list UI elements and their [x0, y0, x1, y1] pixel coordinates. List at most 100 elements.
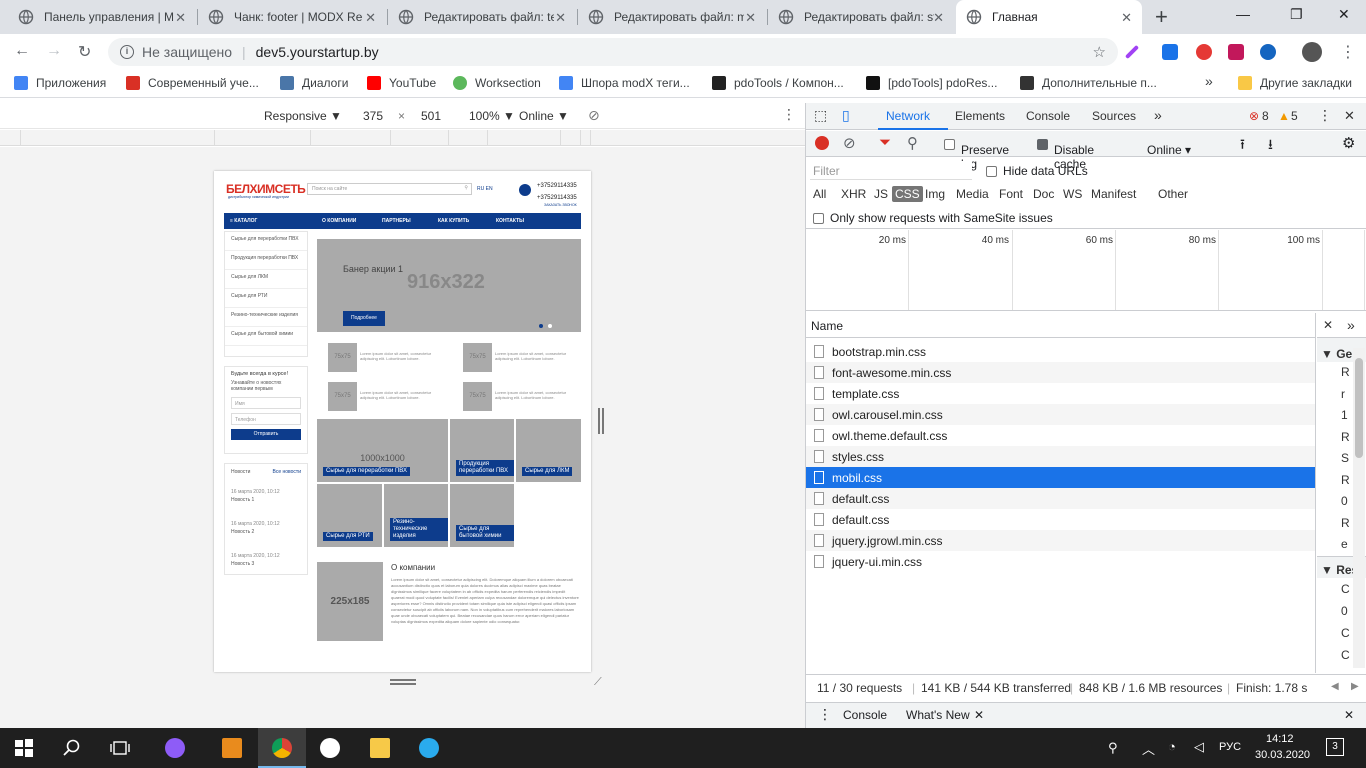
- width-resize-handle[interactable]: [598, 408, 600, 434]
- equalizer-extension-icon[interactable]: [1228, 44, 1244, 60]
- catalog-item[interactable]: Сырье для РТИ: [225, 289, 307, 308]
- network-overview-timeline[interactable]: 20 ms 40 ms 60 ms 80 ms 100 ms: [806, 230, 1366, 311]
- detail-more-tabs[interactable]: »: [1347, 317, 1355, 333]
- browser-tab-active[interactable]: Главная ✕: [956, 0, 1142, 34]
- type-filter-doc[interactable]: Doc: [1033, 187, 1054, 201]
- request-row[interactable]: styles.css: [806, 446, 1315, 467]
- network-icon[interactable]: ◔: [1168, 739, 1176, 754]
- close-window-button[interactable]: ✕: [1338, 6, 1350, 23]
- menu-catalog[interactable]: ≡ КАТАЛОГ: [230, 218, 257, 224]
- close-drawer-tab-icon[interactable]: ✕: [974, 708, 984, 722]
- request-row[interactable]: font-awesome.min.css: [806, 362, 1315, 383]
- bookmark-item[interactable]: Современный уче...: [126, 76, 259, 90]
- menu-partners[interactable]: ПАРТНЕРЫ: [382, 218, 411, 224]
- catalog-item[interactable]: Продукция переработки ПВХ: [225, 251, 307, 270]
- request-row[interactable]: default.css: [806, 488, 1315, 509]
- request-row[interactable]: bootstrap.min.css: [806, 341, 1315, 362]
- request-row-selected[interactable]: mobil.css: [806, 467, 1315, 488]
- callback-link[interactable]: ЗАКАЗАТЬ ЗВОНОК: [544, 203, 577, 207]
- type-filter-img[interactable]: Img: [925, 187, 945, 201]
- bookmarks-overflow-button[interactable]: »: [1205, 73, 1213, 89]
- submit-button[interactable]: Отправить: [231, 429, 301, 440]
- request-row[interactable]: owl.theme.default.css: [806, 425, 1315, 446]
- bookmark-item[interactable]: Приложения: [14, 76, 106, 90]
- other-bookmarks[interactable]: Другие закладки: [1238, 76, 1352, 90]
- scrollbar-thumb[interactable]: [1355, 358, 1363, 458]
- app-icon[interactable]: [320, 738, 340, 758]
- request-row[interactable]: jquery.jgrowl.min.css: [806, 530, 1315, 551]
- tab-network[interactable]: Network: [886, 109, 930, 123]
- close-tab-icon[interactable]: ✕: [365, 10, 376, 26]
- warning-count[interactable]: 5: [1291, 109, 1298, 123]
- export-har-icon[interactable]: ⭳: [1268, 134, 1273, 158]
- info-icon[interactable]: i: [120, 45, 134, 59]
- bookmark-item[interactable]: YouTube: [367, 76, 436, 90]
- tab-sources[interactable]: Sources: [1092, 109, 1136, 123]
- type-filter-css[interactable]: CSS: [892, 186, 923, 202]
- type-filter-all[interactable]: All: [813, 187, 826, 201]
- site-logo[interactable]: БЕЛХИМСЕТЬ: [226, 182, 306, 196]
- profile-avatar[interactable]: [1302, 42, 1322, 62]
- request-row[interactable]: template.css: [806, 383, 1315, 404]
- catalog-item[interactable]: Сырье для бытовой химии: [225, 327, 307, 346]
- site-banner[interactable]: 916x322 Банер акции 1 Подробнее: [317, 239, 581, 332]
- error-icon[interactable]: ⊗: [1249, 109, 1259, 123]
- news-item-title[interactable]: Новость 3: [231, 561, 301, 567]
- inspect-element-icon[interactable]: ⬚: [814, 107, 827, 124]
- type-filter-js[interactable]: JS: [874, 187, 888, 201]
- tab-elements[interactable]: Elements: [955, 109, 1005, 123]
- filter-icon[interactable]: ⏷: [879, 134, 891, 151]
- browser-tab-5[interactable]: Редактировать файл: st ✕: [768, 0, 954, 34]
- windows-start-icon[interactable]: [14, 738, 34, 758]
- width-resize-handle[interactable]: [602, 408, 604, 434]
- close-devtools-icon[interactable]: ✕: [1344, 108, 1355, 124]
- url-text[interactable]: dev5.yourstartup.by: [256, 44, 379, 60]
- clear-icon[interactable]: ⊘: [843, 134, 856, 152]
- disable-cache-checkbox[interactable]: Disable cache: [1037, 137, 1094, 171]
- height-resize-handle[interactable]: [390, 683, 416, 685]
- clock-date[interactable]: 30.03.2020: [1255, 749, 1310, 761]
- close-tab-icon[interactable]: ✕: [555, 10, 566, 26]
- category-tile[interactable]: Сырье для бытовой химии: [450, 484, 514, 547]
- zoom-select[interactable]: 100% ▼: [469, 109, 515, 123]
- drawer-tab-whats-new[interactable]: What's New: [906, 708, 970, 722]
- close-detail-icon[interactable]: ✕: [1323, 318, 1333, 332]
- drawer-menu-icon[interactable]: ⋮: [818, 706, 832, 723]
- input-language[interactable]: РУС: [1219, 741, 1241, 753]
- throttle-select[interactable]: Online ▼: [519, 109, 569, 123]
- maximize-button[interactable]: ❐: [1290, 6, 1303, 23]
- type-filter-ws[interactable]: WS: [1063, 187, 1082, 201]
- error-count[interactable]: 8: [1262, 109, 1269, 123]
- browser-tab-2[interactable]: Чанк: footer | MODX Re ✕: [198, 0, 386, 34]
- news-item-title[interactable]: Новость 1: [231, 497, 301, 503]
- sublime-text-icon[interactable]: [222, 738, 242, 758]
- samesite-checkbox[interactable]: Only show requests with SameSite issues: [813, 211, 1053, 225]
- download-extension-icon[interactable]: [1162, 44, 1178, 60]
- all-news-link[interactable]: Все новости: [272, 469, 301, 475]
- new-tab-button[interactable]: +: [1155, 4, 1168, 30]
- scroll-right-icon[interactable]: ▶: [1351, 681, 1359, 692]
- browser-tab-4[interactable]: Редактировать файл: m ✕: [578, 0, 766, 34]
- address-bar[interactable]: i Не защищено | dev5.yourstartup.by ☆: [108, 38, 1118, 66]
- people-icon[interactable]: ⚲: [1108, 740, 1118, 756]
- news-item-title[interactable]: Новость 2: [231, 529, 301, 535]
- request-row[interactable]: owl.carousel.min.css: [806, 404, 1315, 425]
- carousel-dot[interactable]: [548, 324, 552, 328]
- banner-more-button[interactable]: Подробнее: [343, 311, 385, 326]
- bookmark-item[interactable]: Шпора modX теги...: [559, 76, 690, 90]
- search-icon[interactable]: ⚲: [907, 134, 918, 152]
- close-tab-icon[interactable]: ✕: [745, 10, 756, 26]
- record-icon[interactable]: [815, 136, 829, 150]
- menu-how-to-buy[interactable]: КАК КУПИТЬ: [438, 218, 469, 224]
- filter-input[interactable]: Filter: [810, 161, 972, 180]
- drawer-tab-console[interactable]: Console: [843, 708, 887, 722]
- phone-number[interactable]: +37529114335: [537, 180, 577, 192]
- category-tile[interactable]: Сырье для РТИ: [317, 484, 382, 547]
- device-toggle-icon[interactable]: ▯: [842, 107, 850, 124]
- name-column-header[interactable]: Name: [806, 313, 1315, 338]
- type-filter-media[interactable]: Media: [956, 187, 989, 201]
- gear-icon[interactable]: ⚙: [1342, 134, 1355, 152]
- type-filter-manifest[interactable]: Manifest: [1091, 187, 1136, 201]
- search-icon[interactable]: ⚲: [464, 185, 468, 191]
- catalog-item[interactable]: Сырье для ЛКМ: [225, 270, 307, 289]
